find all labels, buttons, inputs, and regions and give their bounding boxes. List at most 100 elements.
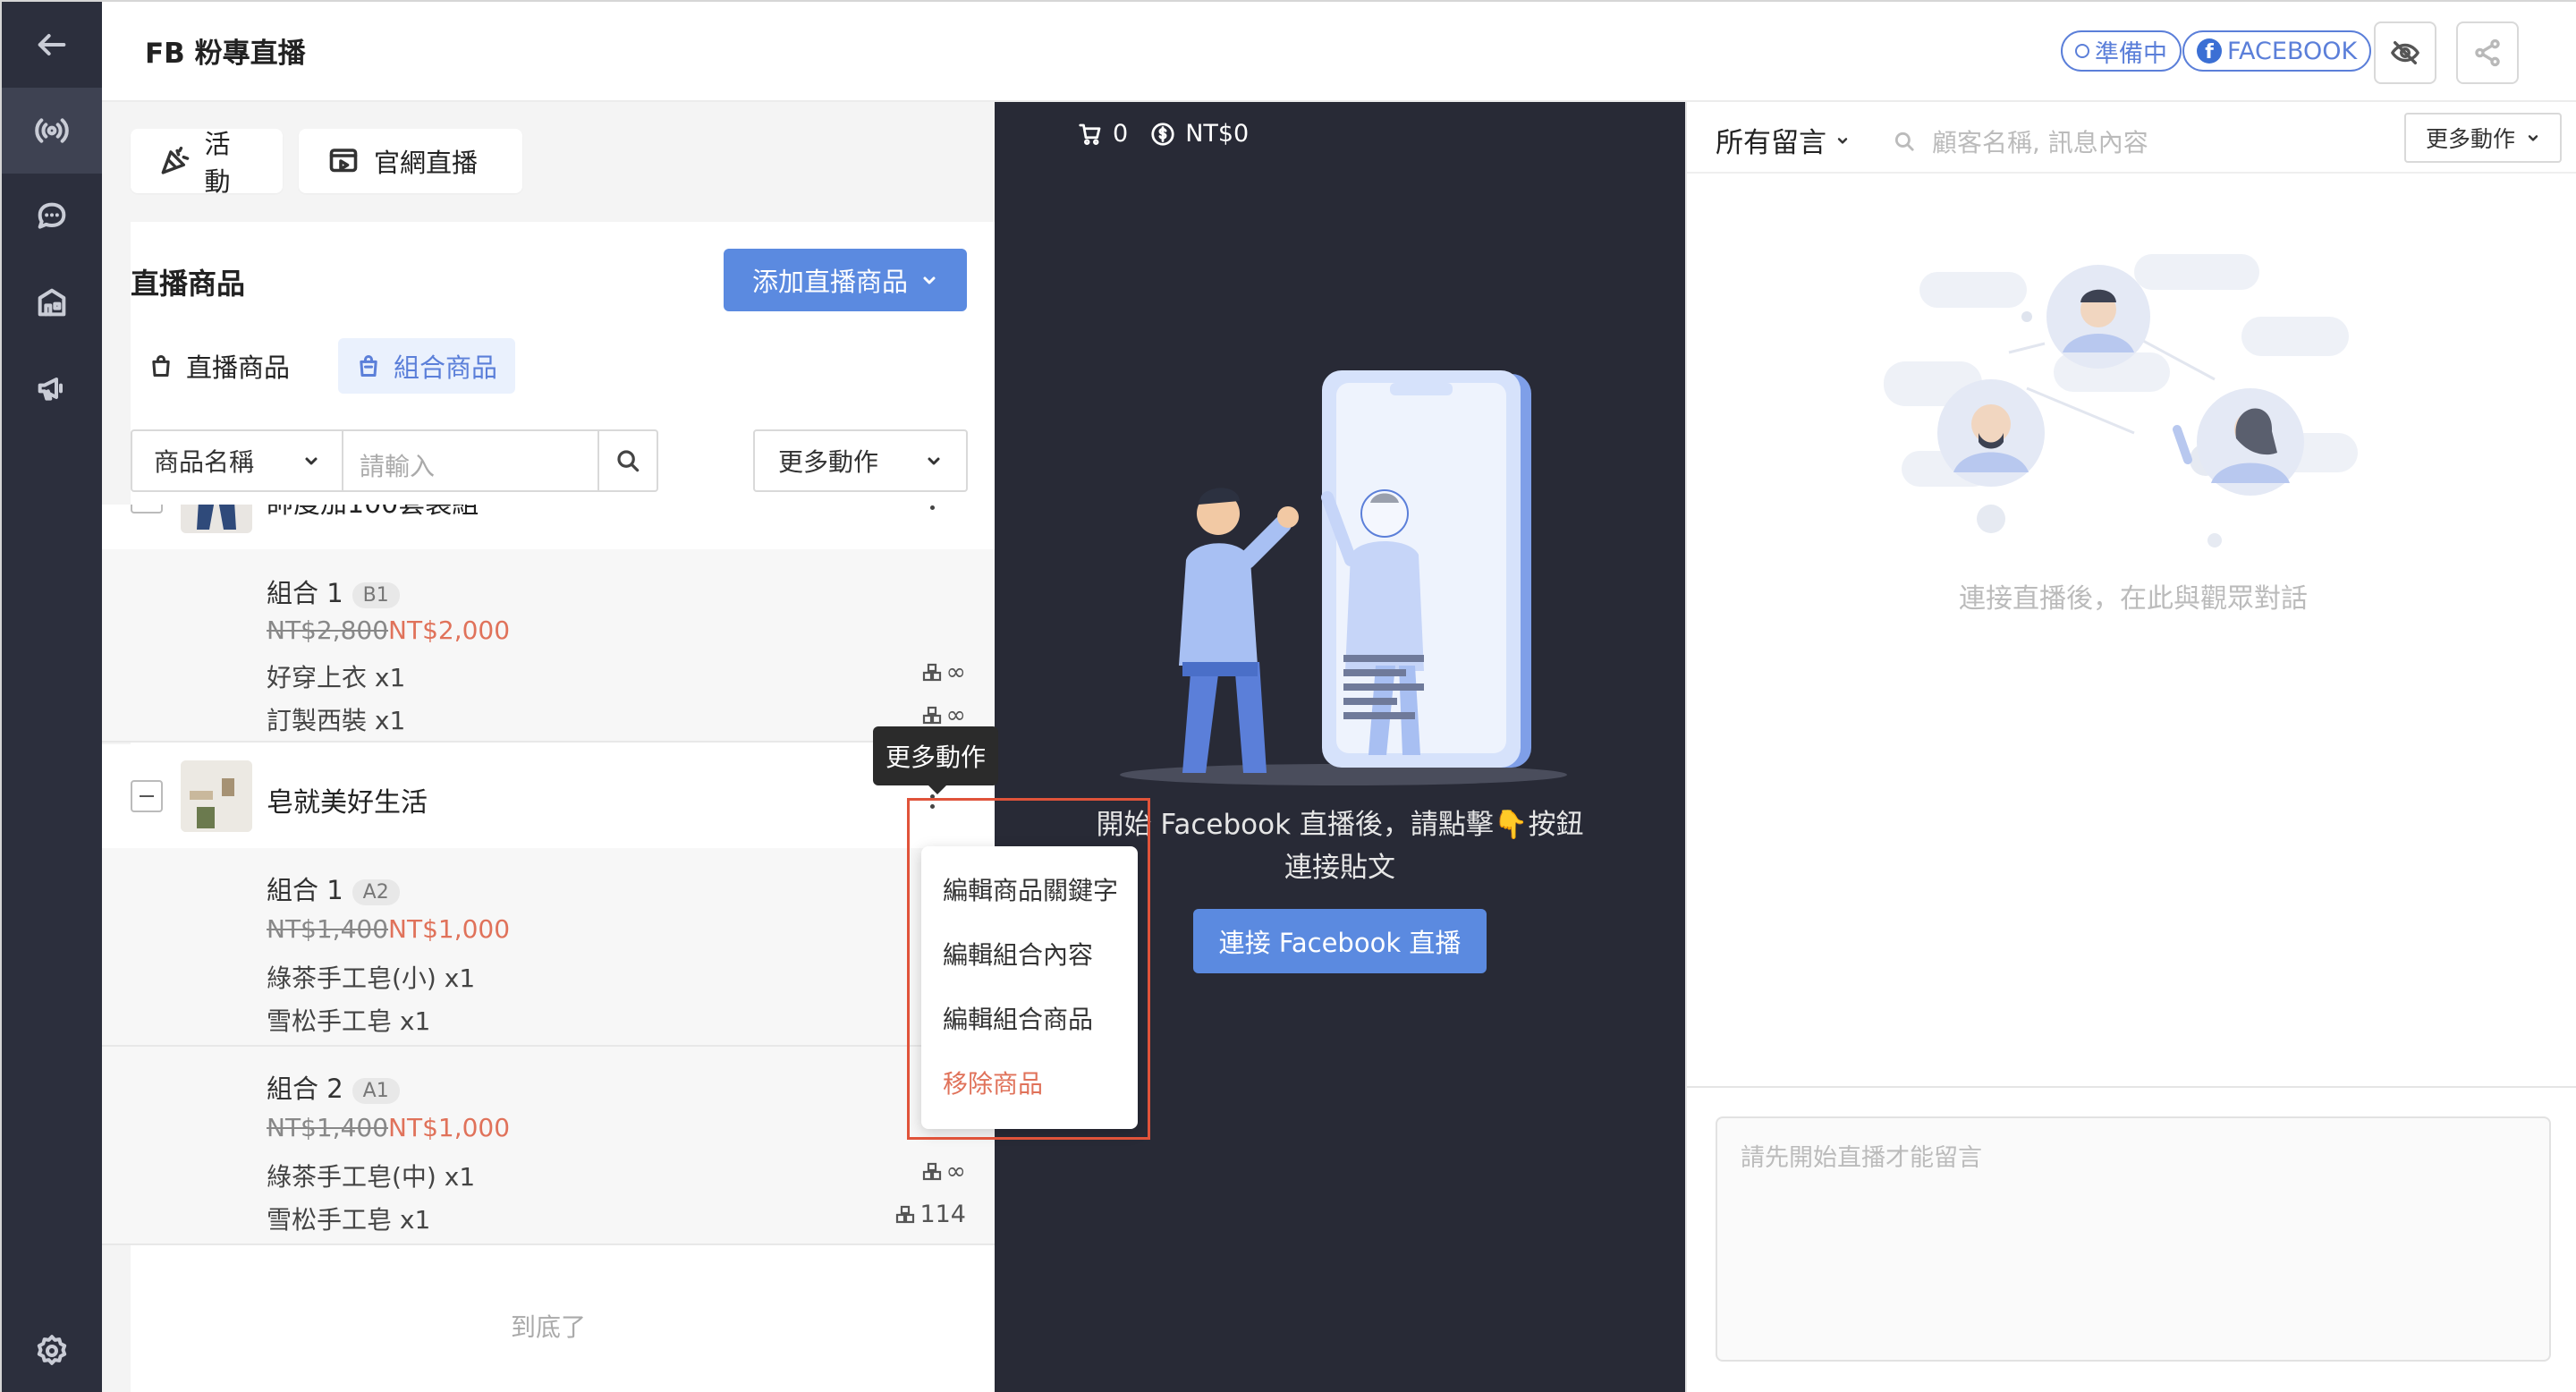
site-live-button[interactable]: 官網直播 — [299, 129, 522, 193]
share-button[interactable] — [2456, 21, 2519, 84]
combo-item: 好穿上衣 x1 — [267, 663, 406, 692]
product-name: 帥度加100套裝組 — [267, 505, 479, 521]
cart-icon — [1079, 123, 1101, 145]
original-price: NT$1,400 — [267, 1113, 389, 1142]
combo-code-badge: B1 — [352, 581, 400, 608]
combo-item: 綠茶手工皂(中) x1 — [267, 1162, 476, 1192]
browser-live-icon — [329, 149, 358, 173]
activity-button[interactable]: 活動 — [131, 129, 283, 197]
back-button[interactable] — [2, 2, 102, 88]
comment-filter-select[interactable]: 所有留言 — [1716, 120, 1850, 160]
back-arrow-icon — [38, 34, 66, 55]
chevron-down-icon — [305, 457, 318, 465]
combo-item: 訂製西裝 x1 — [267, 706, 406, 735]
combo-row: 組合 2 A1 NT$1,400NT$1,000 綠茶手工皂(中) x1 ∞ 雪松… — [102, 1047, 995, 1245]
dollar-coin-icon — [1151, 122, 1174, 146]
chat-icon — [38, 202, 66, 229]
comment-filter-label: 所有留言 — [1716, 127, 1826, 159]
more-actions-label: 更多動作 — [778, 447, 879, 477]
rail-item-live[interactable] — [2, 88, 102, 174]
section-title: 直播商品 — [131, 267, 246, 301]
status-label: 準備中 — [2095, 39, 2167, 68]
audience-illustration — [1884, 254, 2358, 547]
live-broadcast-icon — [35, 118, 69, 143]
comments-more-actions[interactable]: 更多動作 — [2404, 113, 2562, 163]
inventory-icon — [922, 1162, 941, 1180]
divider — [1687, 172, 2576, 174]
comment-input[interactable]: 請先開始直播才能留言 — [1716, 1116, 2551, 1362]
live-illustration — [1120, 370, 1567, 785]
cart-summary: 0 NT$0 — [1077, 120, 1249, 148]
product-row: 帥度加100套裝組 — [102, 505, 995, 549]
stock-value: ∞ — [945, 701, 967, 729]
search-input[interactable]: 請輸入 — [360, 447, 435, 483]
party-popper-icon — [161, 146, 190, 174]
comment-search-input[interactable]: 顧客名稱, 訊息內容 — [1932, 123, 2148, 159]
connect-facebook-live-button[interactable]: 連接 Facebook 直播 — [1193, 909, 1487, 973]
comment-search[interactable]: 顧客名稱, 訊息內容 — [1893, 123, 2148, 159]
stock-indicator: ∞ — [921, 658, 967, 686]
megaphone-icon — [38, 378, 63, 401]
comments-panel: 所有留言 顧客名稱, 訊息內容 更多動作 連接直播後，在此與觀眾對話 請先開始直… — [1685, 102, 2576, 1392]
combo-code-badge: A1 — [352, 1077, 400, 1104]
combo-price: NT$1,400NT$1,000 — [267, 914, 510, 944]
rail-item-marketing[interactable] — [2, 345, 102, 431]
search-field-select[interactable]: 商品名稱 — [132, 431, 343, 490]
eye-off-icon — [2391, 40, 2419, 65]
product-panel: 活動 官網直播 直播商品 添加直播商品 直播商品 組合商品 商品名稱 請輸入 更… — [102, 102, 995, 1392]
inventory-icon — [922, 706, 941, 724]
cart-total: NT$0 — [1185, 120, 1250, 148]
soap-image — [181, 760, 252, 832]
more-actions-tooltip: 更多動作 — [873, 726, 998, 794]
combo-item: 綠茶手工皂(小) x1 — [267, 963, 476, 993]
stock-value: ∞ — [945, 658, 967, 686]
combo-price: NT$2,800NT$2,000 — [267, 615, 510, 645]
end-of-list-text: 到底了 — [510, 1312, 586, 1342]
tab-bundle-products-label: 組合商品 — [394, 352, 498, 383]
combo-name-text: 組合 1 — [267, 875, 343, 905]
sale-price: NT$1,000 — [388, 914, 511, 944]
status-dot-icon — [2075, 44, 2089, 58]
highlight-annotation — [907, 798, 1150, 1140]
add-live-product-button[interactable]: 添加直播商品 — [724, 249, 967, 311]
rail-item-settings[interactable] — [2, 1308, 102, 1392]
combo-name: 組合 2 A1 — [267, 1068, 400, 1106]
more-actions-button[interactable] — [921, 505, 943, 515]
dot — [929, 505, 935, 510]
original-price: NT$1,400 — [267, 914, 389, 944]
search-icon — [617, 450, 640, 472]
platform-badge[interactable]: f FACEBOOK — [2182, 30, 2372, 72]
side-rail — [2, 2, 102, 1392]
sale-price: NT$2,000 — [388, 615, 511, 645]
search-button[interactable] — [597, 431, 657, 490]
combo-name-text: 組合 1 — [267, 578, 343, 608]
collapse-button[interactable] — [131, 505, 163, 514]
product-row: 皂就美好生活 — [102, 744, 995, 848]
comment-input-placeholder: 請先開始直播才能留言 — [1741, 1144, 1982, 1172]
tab-bundle-products[interactable]: 組合商品 — [338, 338, 516, 394]
store-icon — [38, 288, 66, 317]
hide-preview-button[interactable] — [2374, 21, 2436, 84]
combo-price: NT$1,400NT$1,000 — [267, 1113, 510, 1142]
product-name: 皂就美好生活 — [267, 787, 428, 819]
chevron-down-icon — [2528, 135, 2538, 141]
activity-label: 活動 — [204, 129, 231, 197]
product-search: 商品名稱 請輸入 — [131, 429, 658, 492]
tab-live-products[interactable]: 直播商品 — [131, 338, 309, 394]
collapse-button[interactable] — [131, 780, 163, 812]
combo-item: 雪松手工皂 x1 — [267, 1006, 431, 1036]
status-badge: 準備中 — [2061, 30, 2182, 72]
product-thumbnail — [181, 760, 252, 832]
app-frame: FB 粉專直播 準備中 f FACEBOOK 活動 官網直播 直播商品 添加直播… — [0, 0, 2576, 1392]
facebook-icon: f — [2197, 38, 2222, 64]
inventory-icon — [896, 1205, 915, 1223]
combo-row: 組合 1 A2 NT$1,400NT$1,000 綠茶手工皂(小) x1 雪松手工… — [102, 848, 995, 1047]
chevron-down-icon — [1837, 137, 1848, 144]
more-actions-select[interactable]: 更多動作 — [753, 429, 968, 492]
share-icon — [2475, 38, 2500, 67]
product-list: 帥度加100套裝組 組合 1 B1 NT$2,800NT$2,000 好穿上衣 x… — [102, 505, 995, 1392]
stock-indicator: 114 — [894, 1201, 966, 1228]
rail-item-store[interactable] — [2, 259, 102, 345]
rail-item-chat[interactable] — [2, 174, 102, 259]
chevron-down-icon — [923, 276, 936, 284]
